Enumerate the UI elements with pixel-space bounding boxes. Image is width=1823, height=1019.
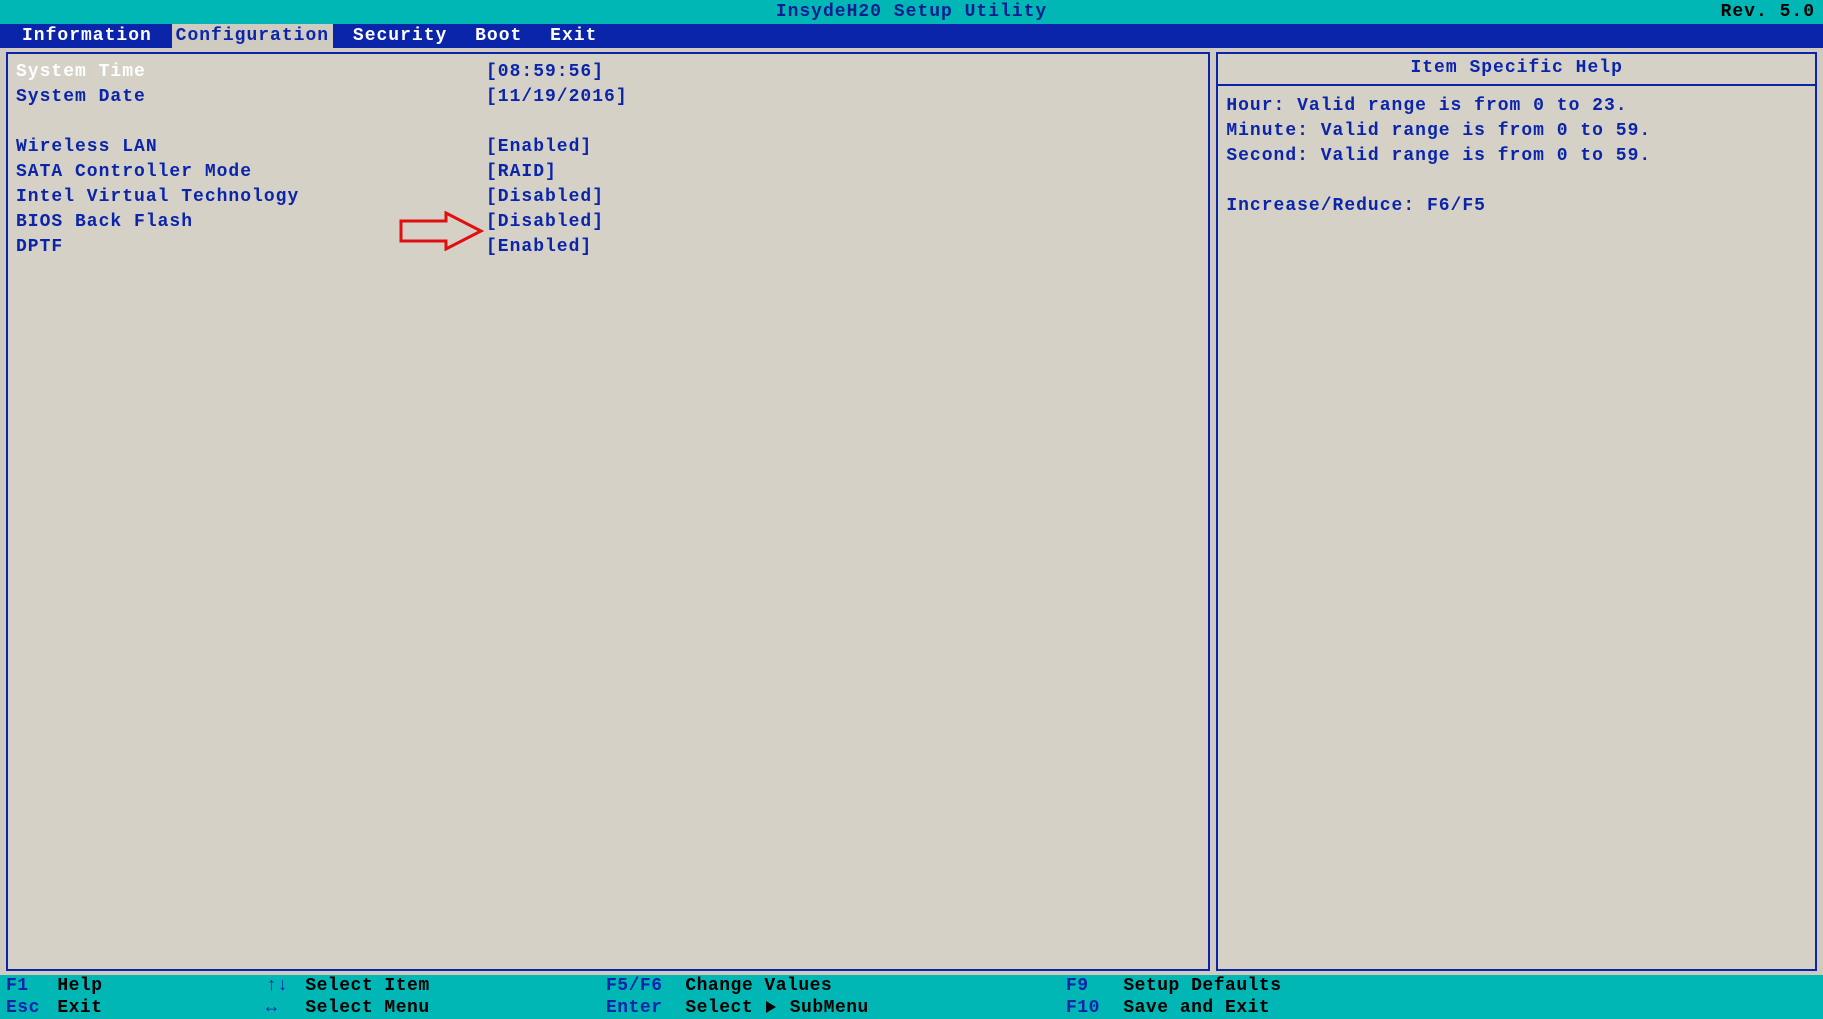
menu-bar: Information Configuration Security Boot … — [0, 24, 1823, 48]
setting-label: System Time — [16, 60, 486, 85]
setting-label: BIOS Back Flash — [16, 210, 486, 235]
setting-value[interactable]: [11/19/2016] — [486, 85, 1200, 110]
help-line-hour: Hour: Valid range is from 0 to 23. — [1226, 94, 1807, 119]
setting-label: DPTF — [16, 235, 486, 260]
footer-hint-submenu: Enter Select SubMenu — [606, 997, 1066, 1019]
footer-hint-select-menu: ↔ Select Menu — [266, 997, 606, 1019]
setting-value[interactable]: [08:59:56] — [486, 60, 1200, 85]
footer-hint-change-values: F5/F6 Change Values — [606, 975, 1066, 997]
footer-col-3: F5/F6 Change Values Enter Select SubMenu — [606, 975, 1066, 1019]
setting-system-time[interactable]: System Time [08:59:56] — [16, 60, 1200, 85]
menu-tab-exit[interactable]: Exit — [542, 24, 605, 48]
setting-value[interactable]: [Disabled] — [486, 185, 1200, 210]
setting-value[interactable]: [Disabled] — [486, 210, 1200, 235]
help-title: Item Specific Help — [1218, 54, 1815, 86]
setting-value[interactable]: [Enabled] — [486, 135, 1200, 160]
menu-tab-boot[interactable]: Boot — [467, 24, 530, 48]
menu-tab-configuration[interactable]: Configuration — [172, 24, 333, 48]
bios-screen: InsydeH20 Setup Utility Rev. 5.0 Informa… — [0, 0, 1823, 1019]
triangle-right-icon — [766, 1001, 776, 1013]
setting-label: System Date — [16, 85, 486, 110]
setting-sata-controller-mode[interactable]: SATA Controller Mode [RAID] — [16, 160, 1200, 185]
setting-bios-back-flash[interactable]: BIOS Back Flash [Disabled] — [16, 210, 1200, 235]
help-line-second: Second: Valid range is from 0 to 59. — [1226, 144, 1807, 169]
setting-intel-virtual-technology[interactable]: Intel Virtual Technology [Disabled] — [16, 185, 1200, 210]
menu-tab-security[interactable]: Security — [345, 24, 455, 48]
menu-tab-information[interactable]: Information — [14, 24, 160, 48]
setting-wireless-lan[interactable]: Wireless LAN [Enabled] — [16, 135, 1200, 160]
footer-col-1: F1 Help Esc Exit — [6, 975, 266, 1019]
main-area: System Time [08:59:56] System Date [11/1… — [0, 48, 1823, 975]
setting-value[interactable]: [Enabled] — [486, 235, 1200, 260]
footer-hint-exit: Esc Exit — [6, 997, 266, 1019]
footer-hint-setup-defaults: F9 Setup Defaults — [1066, 975, 1817, 997]
revision-label: Rev. 5.0 — [1721, 0, 1815, 24]
setting-value[interactable]: [RAID] — [486, 160, 1200, 185]
footer-submenu-action: Select SubMenu — [685, 998, 869, 1018]
setting-label: Wireless LAN — [16, 135, 486, 160]
footer-hint-save-exit: F10 Save and Exit — [1066, 997, 1817, 1019]
settings-panel: System Time [08:59:56] System Date [11/1… — [6, 52, 1210, 971]
footer-hint-select-item: ↑↓ Select Item — [266, 975, 606, 997]
setting-system-date[interactable]: System Date [11/19/2016] — [16, 85, 1200, 110]
title-bar: InsydeH20 Setup Utility Rev. 5.0 — [0, 0, 1823, 24]
help-panel: Item Specific Help Hour: Valid range is … — [1216, 52, 1817, 971]
footer-col-4: F9 Setup Defaults F10 Save and Exit — [1066, 975, 1817, 1019]
spacer — [16, 110, 1200, 135]
setting-label: SATA Controller Mode — [16, 160, 486, 185]
footer-hint-help: F1 Help — [6, 975, 266, 997]
setting-dptf[interactable]: DPTF [Enabled] — [16, 235, 1200, 260]
setting-label: Intel Virtual Technology — [16, 185, 486, 210]
spacer — [1226, 169, 1807, 194]
footer-bar: F1 Help Esc Exit ↑↓ Select Item ↔ Select… — [0, 975, 1823, 1019]
help-line-minute: Minute: Valid range is from 0 to 59. — [1226, 119, 1807, 144]
footer-col-2: ↑↓ Select Item ↔ Select Menu — [266, 975, 606, 1019]
utility-title: InsydeH20 Setup Utility — [776, 2, 1047, 22]
help-line-increase-reduce: Increase/Reduce: F6/F5 — [1226, 194, 1807, 219]
